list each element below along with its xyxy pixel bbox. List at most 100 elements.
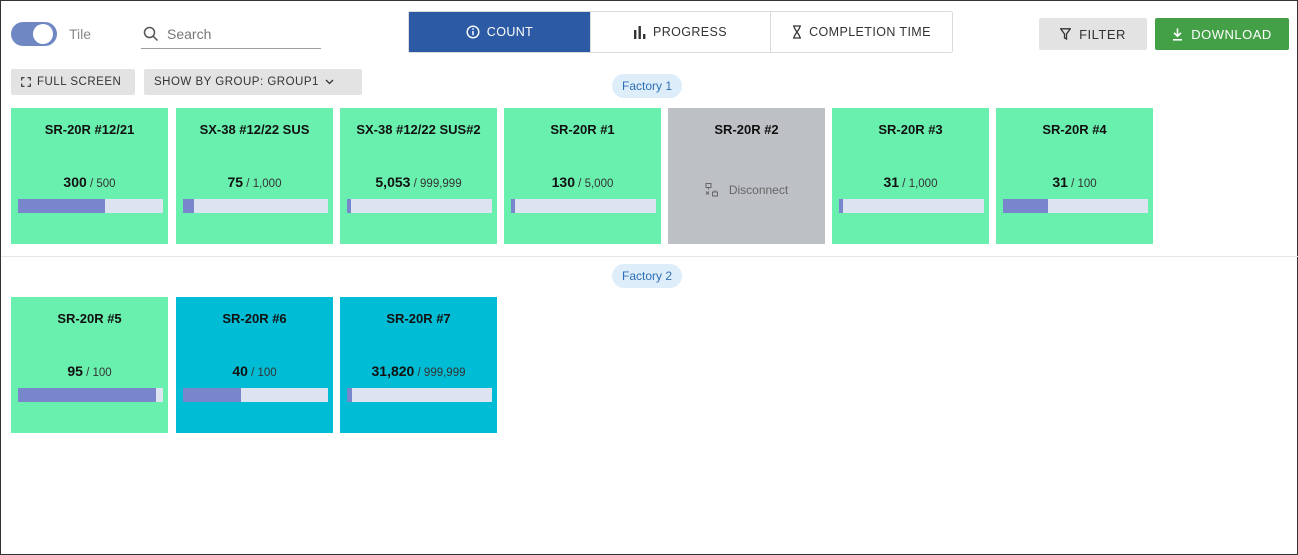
group-select[interactable]: SHOW BY GROUP: GROUP1 <box>144 69 362 95</box>
count-separator: / <box>574 178 585 190</box>
count-total: 1,000 <box>908 178 938 190</box>
progress-fill <box>18 199 105 213</box>
machine-tile[interactable]: SX-38 #12/22 SUS#2 5,053 / 999,999 <box>340 108 497 244</box>
network-disconnect-icon <box>705 183 718 197</box>
filter-icon <box>1060 28 1072 40</box>
machine-name: SR-20R #12/21 <box>44 122 135 137</box>
group-divider <box>1 256 1298 257</box>
progress-bar <box>183 199 328 213</box>
progress-bar <box>839 199 984 213</box>
progress-fill <box>347 199 351 213</box>
count-value: 300 <box>63 174 87 190</box>
disconnect-label: Disconnect <box>728 183 789 197</box>
count-readout: 300 / 500 <box>11 174 168 190</box>
metric-tabs: COUNT PROGRESS COMPLETION TIME <box>408 11 953 53</box>
progress-bar <box>511 199 656 213</box>
machine-name: SX-38 #12/22 SUS#2 <box>356 122 481 137</box>
count-total: 1,000 <box>252 178 282 190</box>
search-box <box>141 19 321 49</box>
info-circle-icon <box>466 25 480 39</box>
hourglass-icon <box>793 25 802 39</box>
progress-bar <box>18 199 163 213</box>
machine-tile[interactable]: SR-20R #7 31,820 / 999,999 <box>340 297 497 433</box>
count-total: 100 <box>257 367 277 379</box>
count-total: 999,999 <box>420 178 462 190</box>
machine-tile[interactable]: SX-38 #12/22 SUS 75 / 1,000 <box>176 108 333 244</box>
count-readout: 95 / 100 <box>11 363 168 379</box>
filter-button[interactable]: FILTER <box>1039 18 1147 50</box>
machine-name: SR-20R #5 <box>57 311 122 326</box>
count-readout: 75 / 1,000 <box>176 174 333 190</box>
full-screen-button[interactable]: FULL SCREEN <box>11 69 135 95</box>
machine-tile[interactable]: SR-20R #6 40 / 100 <box>176 297 333 433</box>
machine-name: SR-20R #2 <box>714 122 779 137</box>
count-separator: / <box>243 178 253 190</box>
count-readout: 5,053 / 999,999 <box>340 174 497 190</box>
download-button[interactable]: DOWNLOAD <box>1155 18 1289 50</box>
full-screen-label: FULL SCREEN <box>37 76 122 88</box>
count-separator: / <box>86 178 97 190</box>
tab-completion-time-label: COMPLETION TIME <box>809 25 931 39</box>
count-total: 500 <box>96 178 116 190</box>
machine-tile[interactable]: SR-20R #2 Disconnect <box>668 108 825 244</box>
count-total: 5,000 <box>584 178 614 190</box>
chevron-down-icon <box>325 79 334 85</box>
count-separator: / <box>899 178 909 190</box>
count-readout: 31 / 1,000 <box>832 174 989 190</box>
search-icon <box>143 26 159 41</box>
count-readout: 40 / 100 <box>176 363 333 379</box>
count-readout: 31 / 100 <box>996 174 1153 190</box>
count-separator: / <box>410 178 421 190</box>
count-value: 31,820 <box>371 363 415 379</box>
toggle-knob <box>33 24 53 44</box>
count-value: 75 <box>227 174 244 190</box>
count-value: 40 <box>232 363 248 379</box>
group-chip-factory-1: Factory 1 <box>612 74 683 98</box>
app-frame: Tile COUNT PROGRESS COMPLETION TIME FILT… <box>0 0 1298 555</box>
tab-progress[interactable]: PROGRESS <box>590 12 770 52</box>
view-toggle[interactable] <box>11 22 57 46</box>
count-separator: / <box>414 367 424 379</box>
progress-bar <box>347 388 492 402</box>
progress-fill <box>18 388 156 402</box>
download-label: DOWNLOAD <box>1191 26 1272 42</box>
count-value: 95 <box>67 363 83 379</box>
progress-fill <box>839 199 844 213</box>
count-total: 100 <box>92 367 112 379</box>
progress-fill <box>347 388 352 402</box>
count-total: 999,999 <box>423 367 466 379</box>
machine-tile[interactable]: SR-20R #12/21 300 / 500 <box>11 108 168 244</box>
machine-tile[interactable]: SR-20R #3 31 / 1,000 <box>832 108 989 244</box>
tab-progress-label: PROGRESS <box>652 25 728 39</box>
download-icon <box>1173 28 1183 41</box>
count-value: 31 <box>883 174 900 190</box>
machine-tile[interactable]: SR-20R #4 31 / 100 <box>996 108 1153 244</box>
progress-bar <box>183 388 328 402</box>
group-select-label: SHOW BY GROUP: GROUP1 <box>154 76 319 88</box>
progress-fill <box>183 199 194 213</box>
progress-bar <box>1003 199 1148 213</box>
bar-chart-icon <box>633 25 646 39</box>
progress-fill <box>1003 199 1048 213</box>
tab-count-label: COUNT <box>486 25 534 39</box>
machine-tile[interactable]: SR-20R #1 130 / 5,000 <box>504 108 661 244</box>
machine-name: SR-20R #3 <box>878 122 943 137</box>
machine-name: SR-20R #6 <box>222 311 287 326</box>
tile-label: Tile <box>69 26 92 42</box>
group-chip-factory-2: Factory 2 <box>612 264 683 288</box>
count-value: 130 <box>551 174 575 190</box>
tab-count[interactable]: COUNT <box>409 12 590 52</box>
count-total: 100 <box>1077 178 1097 190</box>
count-readout: 130 / 5,000 <box>504 174 661 190</box>
tab-completion-time[interactable]: COMPLETION TIME <box>770 12 952 52</box>
machine-name: SR-20R #1 <box>550 122 615 137</box>
search-input[interactable] <box>167 25 317 42</box>
machine-name: SX-38 #12/22 SUS <box>199 122 310 137</box>
machine-name: SR-20R #7 <box>386 311 451 326</box>
count-readout: 31,820 / 999,999 <box>340 363 497 379</box>
filter-label: FILTER <box>1079 26 1126 42</box>
count-value: 31 <box>1052 174 1068 190</box>
count-value: 5,053 <box>375 174 411 190</box>
progress-fill <box>511 199 515 213</box>
machine-tile[interactable]: SR-20R #5 95 / 100 <box>11 297 168 433</box>
